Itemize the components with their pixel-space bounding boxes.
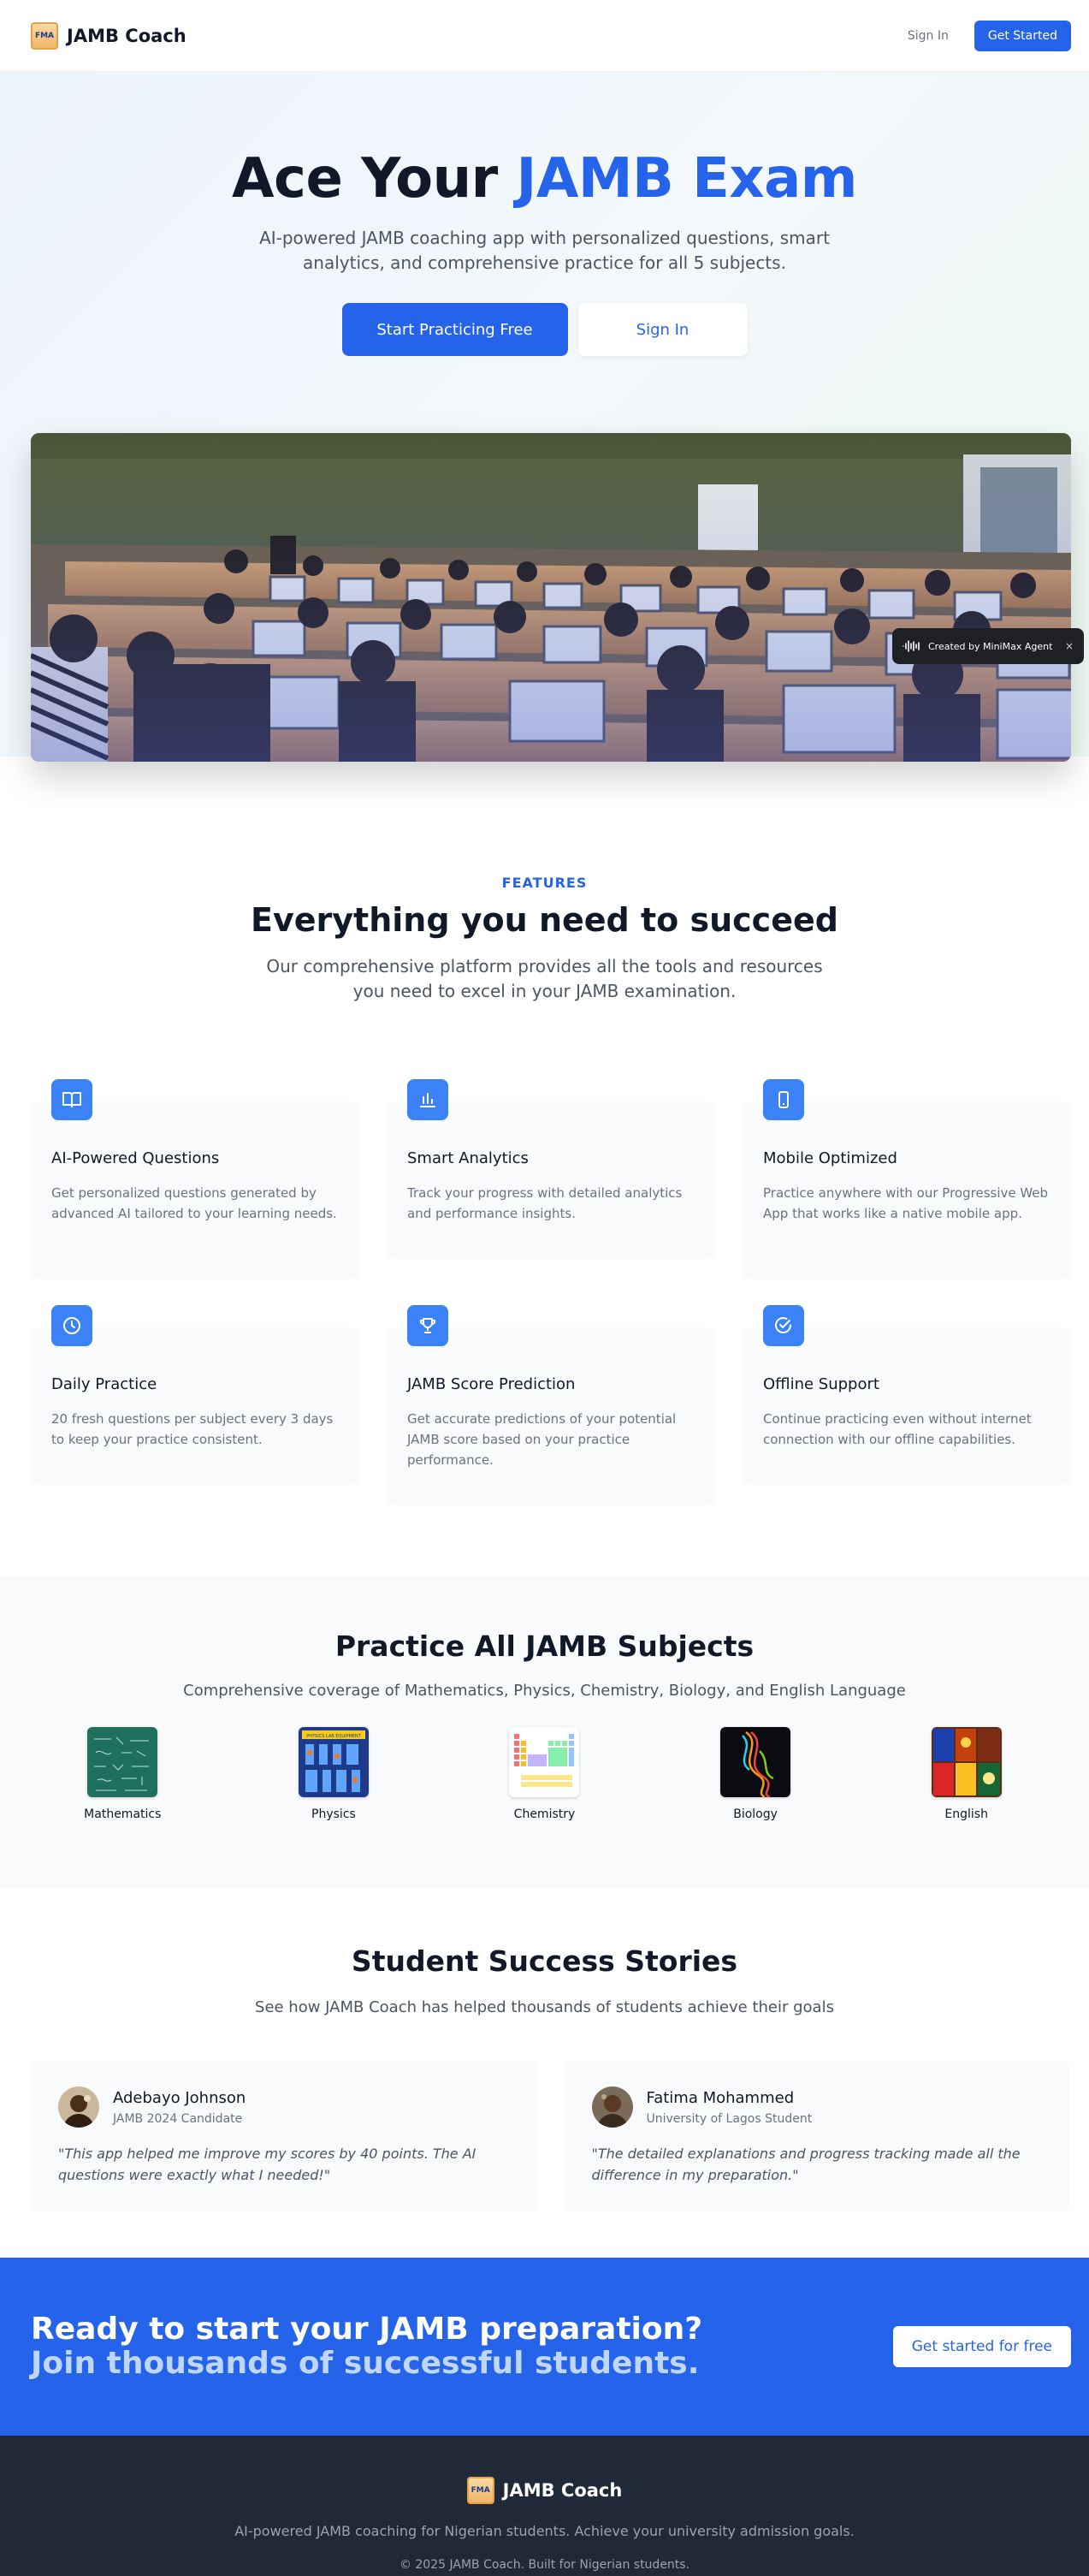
- brand-name: JAMB Coach: [67, 25, 186, 46]
- subjects-section: Practice All JAMB Subjects Comprehensive…: [0, 1576, 1089, 1888]
- header-nav: Sign In Get Started: [908, 20, 1071, 51]
- clock-icon: [51, 1305, 92, 1346]
- subjects-subtitle: Comprehensive coverage of Mathematics, P…: [183, 1682, 906, 1700]
- chemistry-thumbnail: [509, 1727, 580, 1797]
- testimonial-header: Fatima Mohammed University of Lagos Stud…: [591, 2086, 1044, 2128]
- hero-section: Ace Your JAMB Exam AI-powered JAMB coach…: [0, 72, 1089, 762]
- brand-logo: FMA: [31, 21, 58, 50]
- book-open-icon: [51, 1079, 92, 1120]
- features-eyebrow: FEATURES: [501, 875, 588, 891]
- subject-name: Physics: [311, 1807, 356, 1821]
- features-section: FEATURES Everything you need to succeed …: [0, 757, 1089, 1576]
- feature-grid: AI-Powered Questions Get personalized qu…: [31, 1072, 1071, 1517]
- subject-name: English: [944, 1807, 988, 1821]
- trophy-icon: [407, 1305, 448, 1346]
- get-started-free-button[interactable]: Get started for free: [892, 2326, 1071, 2367]
- feature-title: Mobile Optimized: [763, 1149, 897, 1167]
- testimonial-quote: "This app helped me improve my scores by…: [58, 2146, 476, 2183]
- cta-subheadline: Join thousands of successful students.: [31, 2346, 700, 2381]
- feature-card: Mobile Optimized Practice anywhere with …: [743, 1079, 1071, 1279]
- feature-description: Get accurate predictions of your potenti…: [407, 1411, 677, 1468]
- subject-name: Chemistry: [513, 1807, 576, 1821]
- testimonials-title: Student Success Stories: [351, 1944, 738, 1978]
- site-header: FMA JAMB Coach Sign In Get Started: [0, 0, 1089, 72]
- testimonial-role: University of Lagos Student: [646, 2111, 813, 2126]
- physics-thumbnail: PHYSICS LAB EQUIPMENT: [298, 1727, 369, 1797]
- features-title: Everything you need to succeed: [251, 901, 838, 939]
- subjects-title: Practice All JAMB Subjects: [334, 1629, 755, 1663]
- subject-list: Mathematics PHYSICS LAB EQUIPMENT Physic…: [0, 1727, 1089, 1821]
- footer-logo: FMA: [466, 2477, 494, 2504]
- avatar: [591, 2086, 633, 2128]
- testimonial-quote: "The detailed explanations and progress …: [591, 2146, 1021, 2183]
- features-subtitle: Our comprehensive platform provides all …: [266, 956, 823, 1001]
- footer-tagline: AI-powered JAMB coaching for Nigerian st…: [234, 2523, 855, 2539]
- testimonial-card: Fatima Mohammed University of Lagos Stud…: [564, 2061, 1070, 2211]
- testimonial-card: Adebayo Johnson JAMB 2024 Candidate "Thi…: [31, 2061, 537, 2211]
- feature-title: JAMB Score Prediction: [407, 1375, 576, 1393]
- feature-title: AI-Powered Questions: [51, 1149, 220, 1167]
- feature-card: JAMB Score Prediction Get accurate predi…: [387, 1305, 715, 1505]
- smartphone-icon: [763, 1079, 804, 1120]
- exam-hall-photo: [31, 433, 1071, 762]
- feature-description: Practice anywhere with our Progressive W…: [763, 1185, 1049, 1221]
- subject-biology[interactable]: Biology: [678, 1727, 832, 1821]
- header-get-started-button[interactable]: Get Started: [974, 20, 1071, 51]
- testimonial-name: Adebayo Johnson: [113, 2088, 246, 2107]
- feature-card: Offline Support Continue practicing even…: [743, 1305, 1071, 1485]
- feature-description: Continue practicing even without interne…: [763, 1411, 1032, 1447]
- testimonials-section: Student Success Stories See how JAMB Coa…: [0, 1888, 1089, 2258]
- feature-card: Daily Practice 20 fresh questions per su…: [31, 1305, 359, 1485]
- testimonials-subtitle: See how JAMB Coach has helped thousands …: [255, 1998, 834, 2016]
- footer-copyright: © 2025 JAMB Coach. Built for Nigerian st…: [399, 2558, 690, 2572]
- check-circle-icon: [763, 1305, 804, 1346]
- cta-text: Ready to start your JAMB preparation? Jo…: [31, 2312, 702, 2381]
- subject-mathematics[interactable]: Mathematics: [45, 1727, 199, 1821]
- header-signin-link[interactable]: Sign In: [908, 29, 949, 43]
- english-thumbnail: [931, 1727, 1002, 1797]
- feature-card: AI-Powered Questions Get personalized qu…: [31, 1079, 359, 1279]
- subject-name: Mathematics: [84, 1807, 162, 1821]
- close-icon[interactable]: ×: [1065, 640, 1074, 652]
- feature-description: 20 fresh questions per subject every 3 d…: [51, 1411, 334, 1447]
- feature-title: Offline Support: [763, 1375, 879, 1393]
- subject-english[interactable]: English: [890, 1727, 1044, 1821]
- cta-headline: Ready to start your JAMB preparation?: [31, 2312, 703, 2347]
- footer-brand[interactable]: FMA JAMB Coach: [466, 2477, 623, 2504]
- cta-banner: Ready to start your JAMB preparation? Jo…: [0, 2258, 1089, 2436]
- minimax-wave-icon: [903, 640, 920, 652]
- testimonial-name: Fatima Mohammed: [646, 2088, 795, 2107]
- physics-thumbnail-label: PHYSICS LAB EQUIPMENT: [306, 1734, 362, 1739]
- footer-brand-name: JAMB Coach: [502, 2480, 623, 2501]
- feature-card: Smart Analytics Track your progress with…: [387, 1079, 715, 1259]
- feature-description: Track your progress with detailed analyt…: [407, 1185, 683, 1221]
- biology-thumbnail: [720, 1727, 791, 1797]
- brand[interactable]: FMA JAMB Coach: [31, 21, 186, 50]
- subject-physics[interactable]: PHYSICS LAB EQUIPMENT Physics: [257, 1727, 411, 1821]
- hero-title-prefix: Ace Your: [232, 147, 517, 211]
- subject-name: Biology: [733, 1807, 778, 1821]
- hero-title-accent: JAMB Exam: [516, 147, 858, 211]
- start-practicing-button[interactable]: Start Practicing Free: [341, 303, 568, 356]
- bar-chart-icon: [407, 1079, 448, 1120]
- testimonial-role: JAMB 2024 Candidate: [113, 2111, 243, 2126]
- site-footer: FMA JAMB Coach AI-powered JAMB coaching …: [0, 2436, 1089, 2576]
- hero-signin-button[interactable]: Sign In: [577, 303, 748, 356]
- testimonial-header: Adebayo Johnson JAMB 2024 Candidate: [58, 2086, 510, 2128]
- hero-title: Ace Your JAMB Exam: [0, 72, 1089, 211]
- minimax-badge-label: Created by MiniMax Agent: [928, 640, 1053, 652]
- mathematics-thumbnail: [87, 1727, 158, 1797]
- avatar: [58, 2086, 99, 2128]
- hero-cta-group: Start Practicing Free Sign In: [0, 303, 1089, 356]
- exam-hall-illustration: [31, 433, 1071, 762]
- subject-chemistry[interactable]: Chemistry: [467, 1727, 621, 1821]
- hero-subtitle: AI-powered JAMB coaching app with person…: [259, 228, 830, 273]
- feature-title: Daily Practice: [51, 1375, 157, 1393]
- feature-description: Get personalized questions generated by …: [51, 1185, 337, 1221]
- testimonial-list: Adebayo Johnson JAMB 2024 Candidate "Thi…: [31, 2061, 1070, 2211]
- feature-title: Smart Analytics: [407, 1149, 529, 1167]
- minimax-badge[interactable]: Created by MiniMax Agent ×: [892, 628, 1084, 664]
